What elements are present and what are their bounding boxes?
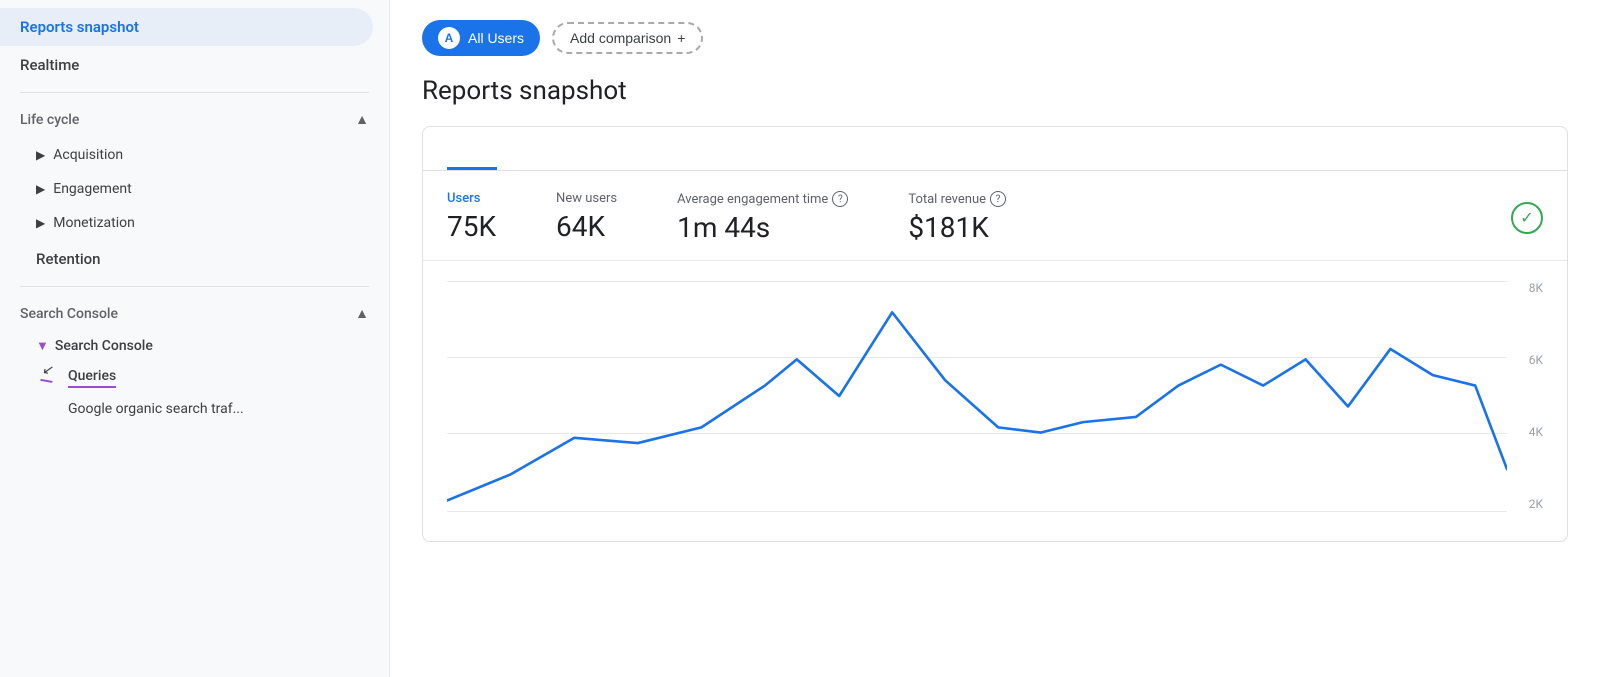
search-console-section-header[interactable]: Search Console ▲: [0, 295, 389, 332]
add-comparison-label: Add comparison: [570, 30, 671, 46]
add-comparison-button[interactable]: Add comparison +: [552, 22, 703, 54]
all-users-button[interactable]: A All Users: [422, 20, 540, 56]
metric-new-users: New users 64K: [556, 191, 617, 243]
metrics-row: Users 75K New users 64K Average engageme…: [423, 171, 1567, 261]
sidebar-item-monetization[interactable]: ▶ Monetization: [0, 206, 389, 240]
retention-label: Retention: [36, 250, 101, 268]
monetization-arrow-icon: ▶: [36, 216, 45, 230]
new-users-value: 64K: [556, 210, 617, 243]
main-content: A All Users Add comparison + Reports sna…: [390, 0, 1600, 677]
metric-users: Users 75K: [447, 191, 496, 243]
total-revenue-info-icon[interactable]: ?: [990, 191, 1006, 207]
search-console-dropdown-arrow-icon: ▼: [36, 338, 49, 354]
queries-label: Queries: [68, 368, 116, 388]
acquisition-label: Acquisition: [53, 147, 123, 163]
sidebar-item-queries[interactable]: ↙ Queries: [0, 360, 389, 392]
y-label-2k: 2K: [1529, 497, 1543, 511]
lifecycle-section-header[interactable]: Life cycle ▲: [0, 101, 389, 138]
y-label-8k: 8K: [1529, 281, 1543, 295]
sidebar-item-reports-snapshot[interactable]: Reports snapshot: [0, 8, 373, 46]
all-users-label: All Users: [468, 30, 524, 46]
sidebar-item-google-organic[interactable]: Google organic search traf...: [0, 392, 389, 426]
all-users-avatar: A: [438, 27, 460, 49]
metric-total-revenue: Total revenue ? $181K: [908, 191, 1006, 244]
realtime-label: Realtime: [20, 56, 79, 74]
metric-avg-engagement: Average engagement time ? 1m 44s: [677, 191, 848, 244]
sidebar-item-search-console[interactable]: ▼ Search Console: [0, 332, 389, 360]
sidebar-item-realtime[interactable]: Realtime: [0, 46, 389, 84]
engagement-label: Engagement: [53, 181, 131, 197]
acquisition-arrow-icon: ▶: [36, 148, 45, 162]
metrics-card: Users 75K New users 64K Average engageme…: [422, 126, 1568, 542]
total-revenue-value: $181K: [908, 211, 1006, 244]
sidebar-item-retention[interactable]: Retention: [0, 240, 389, 278]
chart-line: [447, 312, 1507, 500]
google-organic-label: Google organic search traf...: [68, 401, 244, 417]
lifecycle-label: Life cycle: [20, 112, 79, 128]
divider-2: [20, 286, 369, 287]
purple-arrow-icon: ↙: [40, 361, 55, 383]
users-value: 75K: [447, 210, 496, 243]
y-label-6k: 6K: [1529, 353, 1543, 367]
sidebar: Reports snapshot Realtime Life cycle ▲ ▶…: [0, 0, 390, 677]
divider-1: [20, 92, 369, 93]
chart-area: 8K 6K 4K 2K: [423, 261, 1567, 541]
total-revenue-label: Total revenue ?: [908, 191, 1006, 207]
engagement-arrow-icon: ▶: [36, 182, 45, 196]
metrics-tab-active[interactable]: [447, 127, 497, 170]
top-bar: A All Users Add comparison +: [422, 20, 1568, 56]
metrics-tab-bar: [423, 127, 1567, 171]
chart-y-labels: 8K 6K 4K 2K: [1529, 281, 1543, 511]
avg-engagement-value: 1m 44s: [677, 211, 848, 244]
search-console-section-label: Search Console: [20, 306, 118, 322]
sidebar-item-engagement[interactable]: ▶ Engagement: [0, 172, 389, 206]
new-users-label: New users: [556, 191, 617, 206]
monetization-label: Monetization: [53, 215, 135, 231]
sidebar-item-acquisition[interactable]: ▶ Acquisition: [0, 138, 389, 172]
users-label: Users: [447, 191, 496, 206]
line-chart-svg: [447, 281, 1507, 511]
checkmark-icon: ✓: [1511, 202, 1543, 234]
page-title: Reports snapshot: [422, 76, 1568, 106]
lifecycle-chevron-icon: ▲: [355, 111, 369, 128]
reports-snapshot-label: Reports snapshot: [20, 18, 139, 36]
search-console-chevron-icon: ▲: [355, 305, 369, 322]
add-icon: +: [677, 30, 685, 46]
grid-line-bottom: [447, 511, 1507, 512]
search-console-nav-label: Search Console: [55, 338, 153, 354]
avg-engagement-info-icon[interactable]: ?: [832, 191, 848, 207]
y-label-4k: 4K: [1529, 425, 1543, 439]
avg-engagement-label: Average engagement time ?: [677, 191, 848, 207]
